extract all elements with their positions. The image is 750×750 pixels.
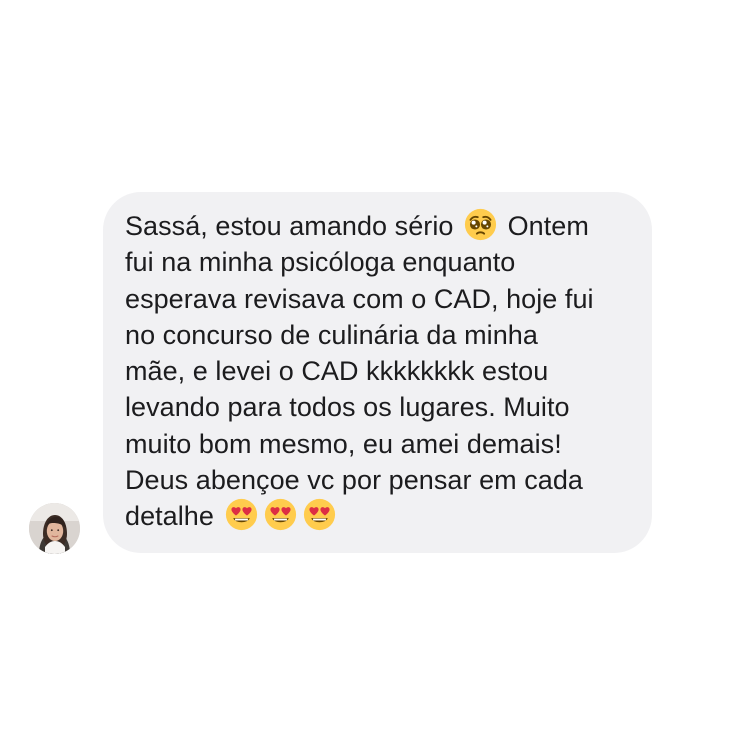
message-line-8: Deus abençoe vc por pensar em cada <box>125 465 583 496</box>
heart-eyes-icon <box>225 498 258 531</box>
message-line-5: mãe, e levei o CAD kkkkkkkk estou <box>125 356 549 387</box>
message-line-1-text: Sassá, estou amando sério <box>125 211 454 241</box>
heart-eyes-icon <box>303 498 336 531</box>
heart-eyes-icon <box>264 498 297 531</box>
chat-screen: Sassá, estou amando sério Ontem fui na m… <box>0 0 750 750</box>
message-line-9: detalhe <box>125 498 634 534</box>
avatar-photo <box>29 503 80 554</box>
message-line-4: no concurso de culinária da minha <box>125 319 538 350</box>
message-line-7: muito bom mesmo, eu amei demais! <box>125 428 562 459</box>
message-bubble[interactable]: Sassá, estou amando sério Ontem fui na m… <box>103 192 652 553</box>
incoming-message-row: Sassá, estou amando sério Ontem fui na m… <box>0 0 750 750</box>
message-text: Sassá, estou amando sério Ontem fui na m… <box>125 208 634 535</box>
message-line-3: esperava revisava com o CAD, hoje fui <box>125 283 594 314</box>
pleading-face-icon <box>464 208 497 241</box>
sender-avatar[interactable] <box>29 503 80 554</box>
message-line-9-text: detalhe <box>125 501 214 532</box>
message-line-1: Sassá, estou amando sério Ontem <box>125 208 634 244</box>
message-line-6: levando para todos os lugares. Muito <box>125 392 570 423</box>
message-line-2: fui na minha psicóloga enquanto <box>125 247 516 278</box>
message-line-1-after: Ontem <box>507 211 589 241</box>
